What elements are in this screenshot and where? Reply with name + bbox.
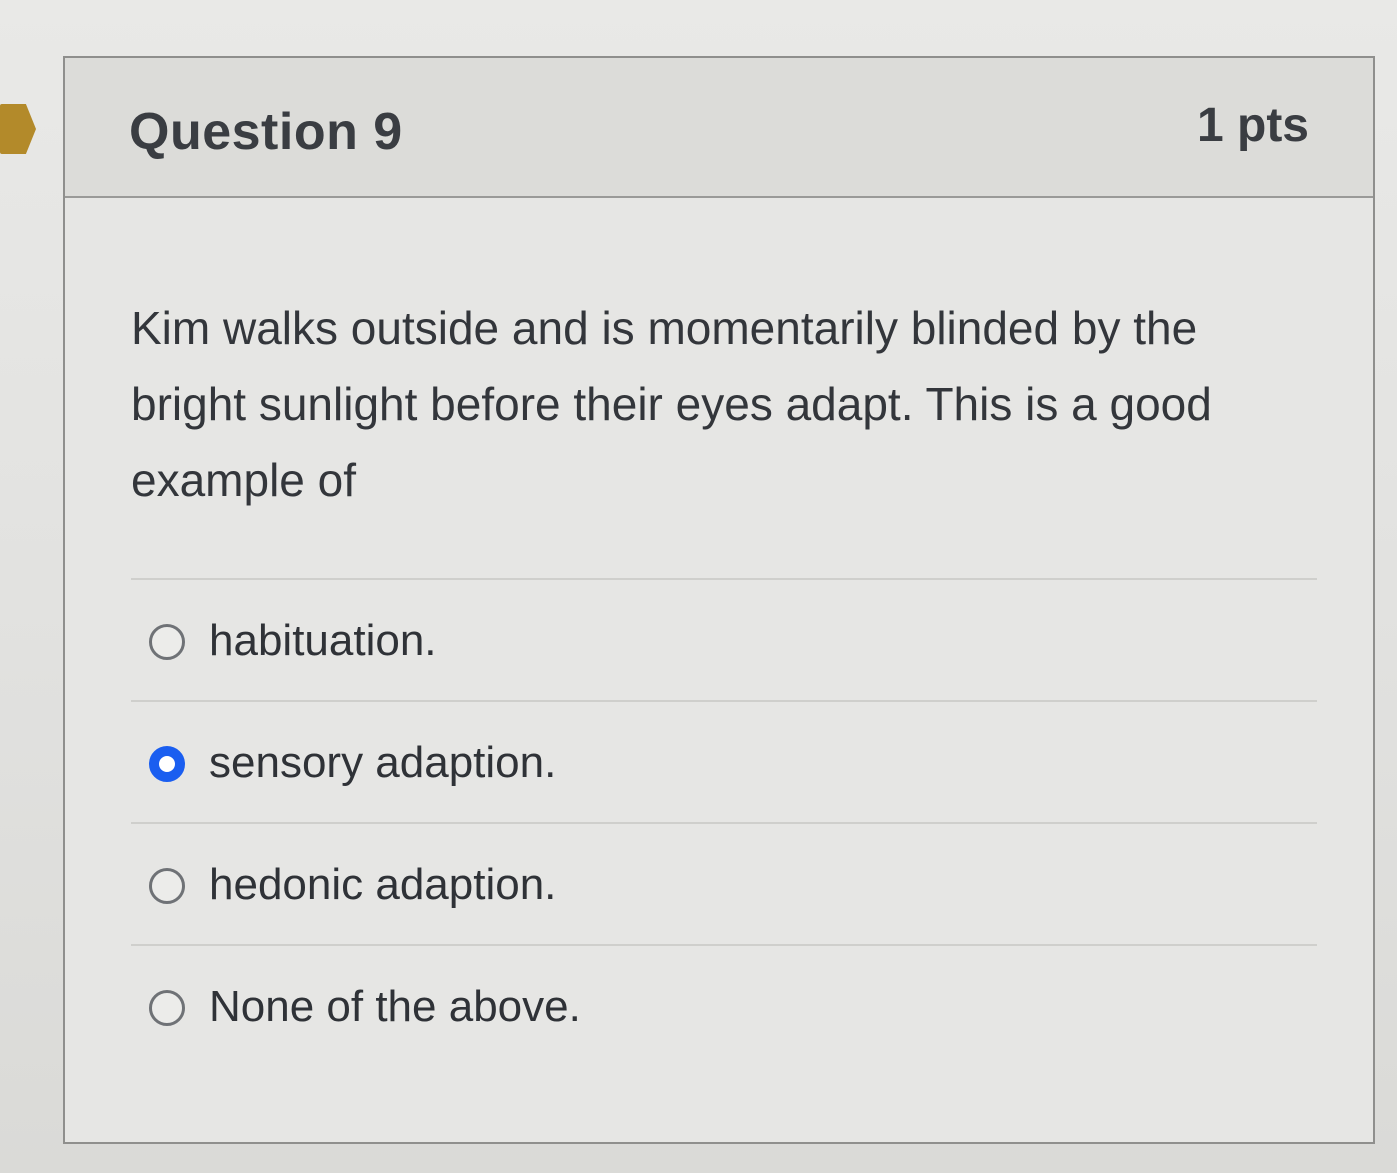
answer-label[interactable]: hedonic adaption. [209, 860, 556, 910]
radio-button[interactable] [149, 990, 185, 1026]
question-flag-icon[interactable] [0, 104, 36, 154]
answer-label[interactable]: sensory adaption. [209, 738, 556, 788]
question-body: Kim walks outside and is momentarily bli… [65, 198, 1373, 1142]
answer-option[interactable]: sensory adaption. [131, 700, 1317, 822]
radio-button[interactable] [149, 746, 185, 782]
answer-label[interactable]: None of the above. [209, 982, 581, 1032]
answer-option[interactable]: hedonic adaption. [131, 822, 1317, 944]
question-text: Kim walks outside and is momentarily bli… [131, 302, 1212, 506]
radio-button[interactable] [149, 624, 185, 660]
radio-button[interactable] [149, 868, 185, 904]
answer-option[interactable]: habituation. [131, 578, 1317, 700]
answer-option[interactable]: None of the above. [131, 944, 1317, 1066]
question-title: Question 9 [129, 103, 403, 161]
answer-label[interactable]: habituation. [209, 616, 437, 666]
answer-list: habituation. sensory adaption. hedonic a… [131, 578, 1317, 1066]
question-card: Question 9 1 pts Kim walks outside and i… [63, 56, 1375, 1144]
question-points: 1 pts [1196, 99, 1309, 152]
question-header: Question 9 1 pts [65, 58, 1373, 198]
